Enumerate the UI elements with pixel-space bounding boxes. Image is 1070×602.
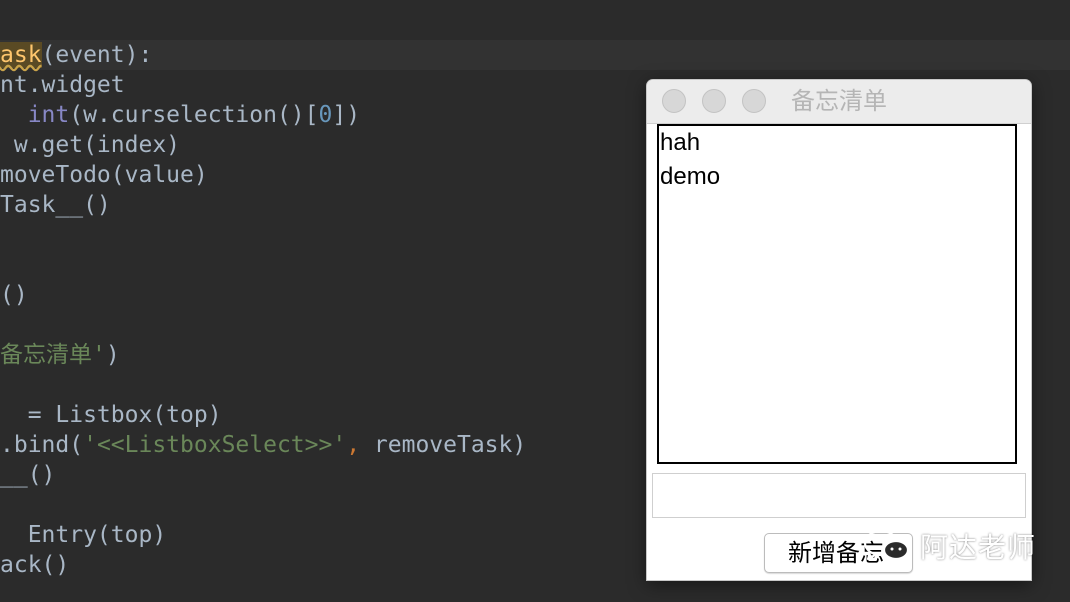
code-token: removeTask) bbox=[373, 432, 527, 458]
code-line: .bind('<<ListboxSelect>>', removeTask) bbox=[0, 430, 526, 460]
code-line: ask(event): bbox=[0, 40, 152, 70]
new-todo-entry[interactable] bbox=[652, 473, 1026, 518]
code-token: (event): bbox=[41, 42, 153, 68]
code-token: (w.curselection()[ bbox=[69, 102, 319, 128]
code-token: Entry(top) bbox=[0, 522, 167, 548]
watermark-text: 阿达老师 bbox=[920, 531, 1037, 564]
code-line: ack() bbox=[0, 550, 69, 580]
code-line: Task__() bbox=[0, 190, 111, 220]
code-line: w.get(index) bbox=[0, 130, 180, 160]
code-line: int(w.curselection()[0]) bbox=[0, 100, 360, 130]
list-item[interactable]: demo bbox=[659, 160, 1015, 194]
wechat-icon bbox=[863, 529, 910, 564]
code-token: .bind( bbox=[0, 432, 84, 458]
code-token: ) bbox=[105, 342, 120, 368]
code-token: w.get(index) bbox=[0, 132, 181, 158]
code-line: moveTodo(value) bbox=[0, 160, 208, 190]
window-title: 备忘清单 bbox=[791, 87, 887, 115]
current-line-highlight bbox=[0, 40, 1070, 70]
code-token: Task__() bbox=[0, 192, 111, 218]
code-token: __() bbox=[0, 462, 56, 488]
code-token: , bbox=[346, 432, 374, 458]
watermark: 阿达老师 bbox=[862, 526, 1036, 566]
title-bar[interactable]: 备忘清单 bbox=[647, 80, 1031, 124]
code-token: () bbox=[0, 282, 28, 308]
code-token: '<<ListboxSelect>>' bbox=[83, 432, 347, 458]
code-token: moveTodo(value) bbox=[0, 162, 208, 188]
code-token: = Listbox(top) bbox=[0, 402, 222, 428]
code-line: = Listbox(top) bbox=[0, 400, 222, 430]
list-item[interactable]: hah bbox=[659, 126, 1015, 160]
todo-listbox[interactable]: hah demo bbox=[657, 124, 1017, 464]
code-token: 0 bbox=[318, 102, 333, 128]
code-token: int bbox=[27, 102, 70, 128]
code-token: 备忘清单' bbox=[0, 342, 106, 368]
code-token: ack() bbox=[0, 552, 70, 578]
code-token: nt.widget bbox=[0, 72, 125, 98]
code-line: Entry(top) bbox=[0, 520, 166, 550]
code-line: __() bbox=[0, 460, 55, 490]
code-token: ask bbox=[0, 42, 42, 68]
code-line: 备忘清单') bbox=[0, 340, 120, 370]
code-token: ]) bbox=[332, 102, 361, 128]
tk-window[interactable]: 备忘清单 hah demo 新增备忘 bbox=[647, 80, 1031, 580]
code-line: nt.widget bbox=[0, 70, 125, 100]
code-line: () bbox=[0, 280, 28, 310]
